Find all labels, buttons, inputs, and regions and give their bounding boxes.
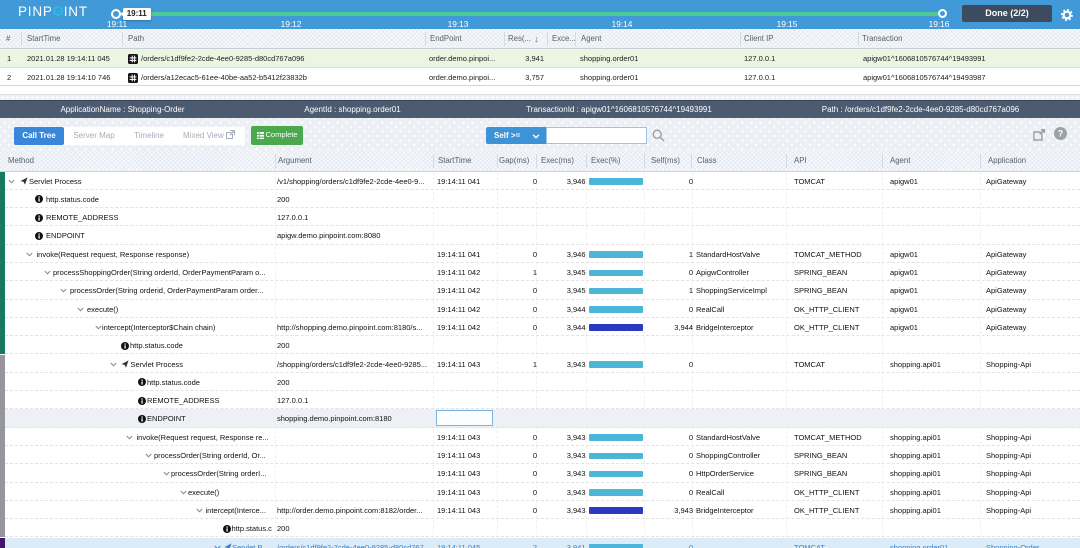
svg-text:?: ? bbox=[1058, 129, 1064, 139]
